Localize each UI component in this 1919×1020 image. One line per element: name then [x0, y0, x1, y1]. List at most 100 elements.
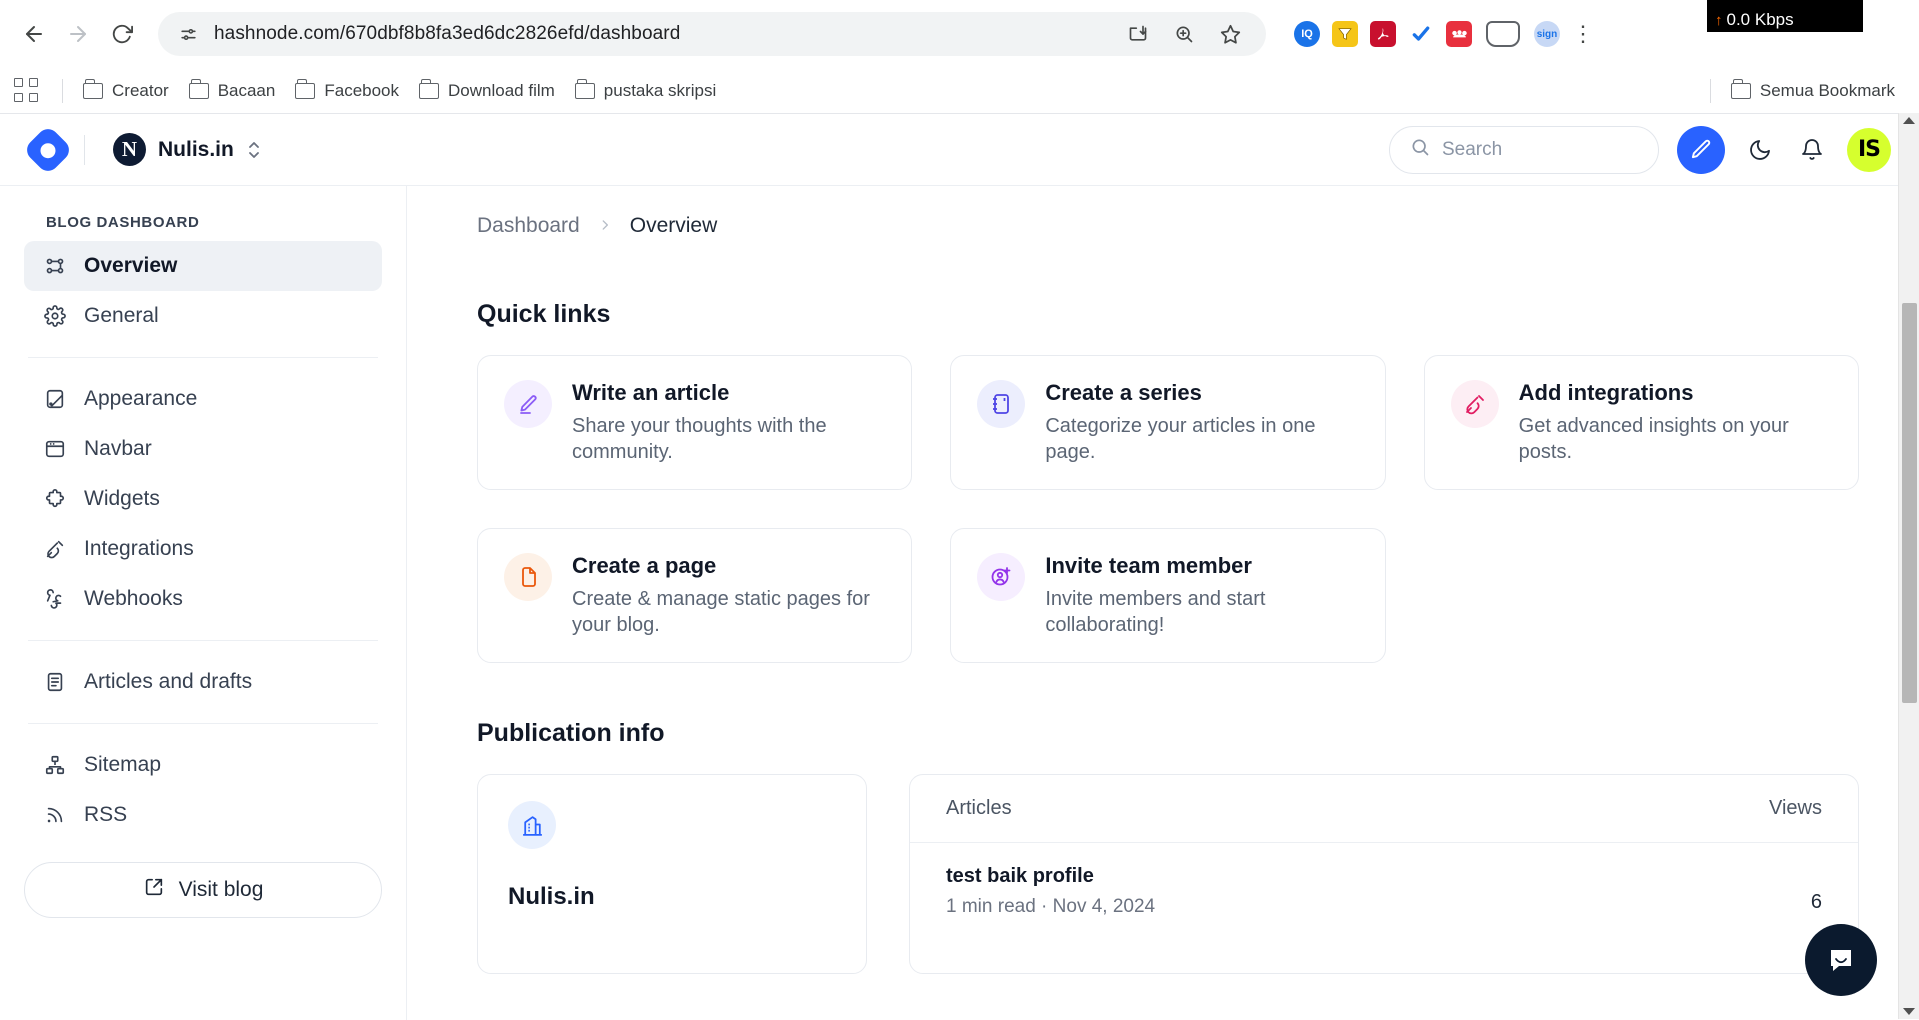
sidebar-item-appearance[interactable]: Appearance [24, 374, 382, 424]
quick-link-title: Invite team member [1045, 553, 1252, 579]
folder-icon [574, 78, 595, 99]
publication-info-grid: Nulis.in Articles Views test baik profil… [477, 774, 1859, 975]
breadcrumb: Dashboard Overview [477, 214, 1859, 238]
bookmark-label: Facebook [324, 80, 400, 100]
breadcrumb-current: Overview [629, 214, 718, 237]
sidebar-divider-1 [28, 357, 378, 358]
mendeley-extension-icon[interactable] [1446, 21, 1472, 47]
sidebar-item-general[interactable]: General [24, 291, 382, 341]
sidebar-item-articles-and-drafts[interactable]: Articles and drafts [24, 657, 382, 707]
scroll-down-arrow-icon[interactable] [1903, 1008, 1915, 1015]
breadcrumb-dashboard[interactable]: Dashboard [477, 214, 580, 238]
adobe-acrobat-extension-icon[interactable] [1370, 21, 1396, 47]
sidebar-item-navbar[interactable]: Navbar [24, 424, 382, 474]
quick-link-desc: Categorize your articles in one page. [1045, 415, 1316, 463]
main-content: Dashboard Overview Quick links Write an … [407, 186, 1919, 1020]
bookmark-star-icon[interactable] [1210, 14, 1250, 54]
apps-grid-icon[interactable] [14, 77, 40, 104]
header-divider [84, 134, 85, 165]
sidebar-item-widgets[interactable]: Widgets [24, 474, 382, 524]
bookmark-facebook[interactable]: Facebook [285, 76, 409, 106]
chevron-updown-icon[interactable] [246, 139, 262, 161]
article-views: 6 [1810, 891, 1822, 914]
bookmarks-divider-right [1709, 78, 1711, 103]
quick-link-write-an-article[interactable]: Write an article Share your thoughts wit… [477, 355, 913, 491]
overview-icon [42, 253, 68, 279]
file-icon [504, 553, 552, 602]
articles-table: Articles Views test baik profile 1 min r… [909, 774, 1859, 975]
site-info-icon[interactable] [174, 20, 202, 48]
quick-link-invite-team-member[interactable]: Invite team member Invite members and st… [950, 528, 1386, 664]
quick-link-create-a-page[interactable]: Create a page Create & manage static pag… [477, 528, 913, 664]
bookmark-download-film[interactable]: Download film [409, 76, 565, 106]
folder-icon [83, 78, 103, 99]
pencil-icon [504, 380, 552, 428]
search-input[interactable]: Search [1389, 125, 1659, 174]
sidebar-item-overview[interactable]: Overview [24, 241, 382, 291]
sidebar-item-integrations[interactable]: Integrations [24, 524, 382, 574]
bookmark-pustaka-skripsi[interactable]: pustaka skripsi [565, 76, 726, 106]
dark-mode-toggle[interactable] [1743, 133, 1777, 167]
scrollbar-thumb[interactable] [1902, 303, 1917, 703]
search-placeholder: Search [1442, 138, 1503, 160]
chat-bubble-icon[interactable] [1805, 924, 1877, 996]
checkmark-extension-icon[interactable] [1408, 21, 1434, 47]
plug-icon [1450, 380, 1499, 428]
write-article-button[interactable] [1677, 125, 1725, 174]
building-icon [508, 801, 556, 850]
address-bar[interactable]: hashnode.com/670dbf8b8fa3ed6dc2826efd/da… [158, 12, 1266, 56]
sidebar-item-label: Overview [84, 254, 178, 277]
sync-badge-icon[interactable]: sign [1534, 21, 1560, 47]
sidebar-item-rss[interactable]: RSS [24, 790, 382, 840]
quick-link-title: Create a series [1045, 380, 1202, 405]
bookmarks-divider [62, 78, 63, 103]
quick-link-title: Add integrations [1518, 380, 1694, 405]
back-button[interactable] [12, 12, 56, 56]
forward-button[interactable] [56, 12, 100, 56]
bookmark-label: Bacaan [217, 80, 276, 100]
publication-card: Nulis.in [477, 774, 867, 975]
visit-blog-button[interactable]: Visit blog [24, 862, 382, 918]
profile-button[interactable] [1486, 21, 1520, 47]
sidebar-item-label: Appearance [84, 387, 198, 410]
table-row[interactable]: test baik profile 1 min read · Nov 4, 20… [910, 843, 1858, 940]
chrome-menu-button[interactable]: ⋮ [1572, 23, 1594, 45]
column-header-views: Views [1769, 797, 1822, 820]
user-avatar[interactable]: IS [1847, 127, 1891, 172]
bookmark-bacaan[interactable]: Bacaan [179, 76, 286, 106]
quick-link-desc: Share your thoughts with the community. [572, 415, 827, 463]
network-speed-value: 0.0 Kbps [1726, 10, 1794, 29]
install-app-icon[interactable] [1118, 14, 1158, 54]
hashnode-logo-icon[interactable] [22, 124, 74, 175]
chevron-right-icon [598, 216, 612, 237]
sidebar-item-sitemap[interactable]: Sitemap [24, 740, 382, 790]
sidebar-item-label: Widgets [84, 487, 160, 510]
folder-icon [419, 78, 440, 99]
sidebar-divider-3 [28, 723, 378, 724]
bookmarks-right-group: Semua Bookmark [1700, 76, 1905, 106]
sidebar-item-label: Integrations [84, 537, 194, 560]
notifications-button[interactable] [1795, 133, 1829, 167]
quick-link-create-a-series[interactable]: Create a series Categorize your articles… [950, 355, 1386, 491]
article-meta: 1 min read · Nov 4, 2024 [946, 896, 1156, 918]
extension-icons: IQ [1294, 21, 1472, 47]
reload-button[interactable] [100, 12, 144, 56]
sidebar-item-webhooks[interactable]: Webhooks [24, 574, 382, 624]
bookmark-creator[interactable]: Creator [73, 76, 179, 106]
funnel-extension-icon[interactable] [1332, 21, 1358, 47]
scroll-up-arrow-icon[interactable] [1903, 117, 1915, 124]
bookmark-all-bookmarks[interactable]: Semua Bookmark [1721, 76, 1905, 106]
quick-links-grid: Write an article Share your thoughts wit… [477, 355, 1859, 664]
quick-link-add-integrations[interactable]: Add integrations Get advanced insights o… [1423, 355, 1859, 491]
iq-extension-icon[interactable]: IQ [1294, 21, 1320, 47]
quick-link-desc: Get advanced insights on your posts. [1518, 415, 1789, 463]
page-scrollbar[interactable] [1898, 113, 1919, 1019]
article-title[interactable]: test baik profile [946, 865, 1155, 888]
publication-info-heading: Publication info [477, 719, 665, 748]
zoom-icon[interactable] [1164, 14, 1204, 54]
folder-icon [1730, 78, 1751, 99]
page-body: BLOG DASHBOARD Overview General Appearan… [0, 186, 1919, 1020]
sidebar-item-label: Navbar [84, 437, 152, 460]
publication-switcher[interactable]: N Nulis.in [103, 127, 272, 172]
plug-icon [42, 536, 68, 562]
